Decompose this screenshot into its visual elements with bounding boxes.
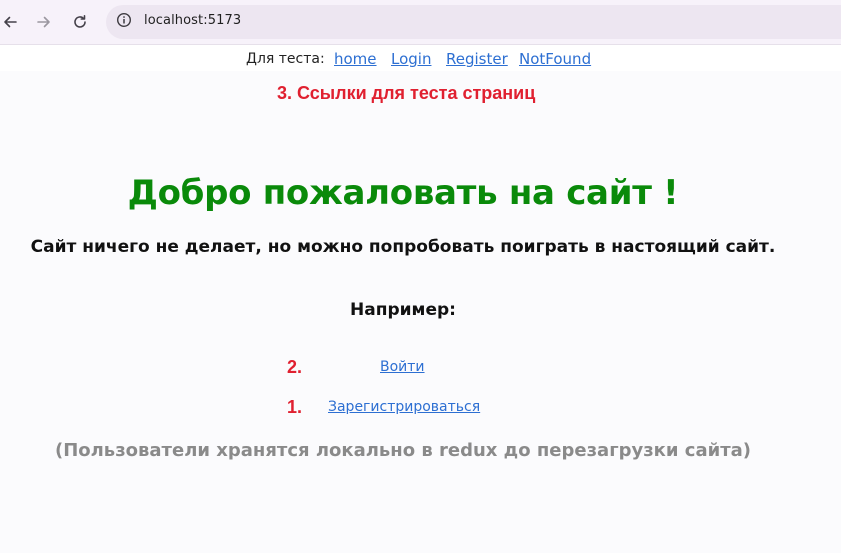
- site-info-button[interactable]: [114, 12, 134, 32]
- storage-note: (Пользователи хранятся локально в redux …: [54, 440, 752, 461]
- annotation-number-1: 1.: [287, 397, 303, 417]
- url-text[interactable]: localhost:5173: [144, 13, 241, 28]
- annotation-number-2: 2.: [287, 357, 303, 377]
- forward-button[interactable]: [34, 12, 54, 32]
- info-circle-icon: [116, 12, 132, 32]
- back-button[interactable]: [0, 12, 20, 32]
- login-link[interactable]: Войти: [380, 359, 425, 375]
- arrow-right-icon: [36, 14, 52, 30]
- browser-toolbar: localhost:5173: [0, 0, 841, 45]
- page-subtitle: Сайт ничего не делает, но можно попробов…: [30, 237, 776, 257]
- example-heading: Например:: [350, 300, 456, 320]
- nav-link-notfound[interactable]: NotFound: [519, 50, 591, 68]
- register-link[interactable]: Зарегистрироваться: [328, 399, 480, 415]
- test-navigation-bar: Для теста: home Login Register NotFound: [0, 45, 841, 71]
- nav-link-home[interactable]: home: [334, 50, 377, 68]
- nav-link-login[interactable]: Login: [391, 50, 431, 68]
- reload-icon: [72, 14, 88, 30]
- test-nav-label: Для теста:: [246, 51, 325, 67]
- reload-button[interactable]: [70, 12, 90, 32]
- address-bar[interactable]: localhost:5173: [106, 5, 841, 39]
- nav-link-register[interactable]: Register: [446, 50, 508, 68]
- annotation-test-links: 3. Ссылки для теста страниц: [277, 83, 536, 103]
- page-title: Добро пожаловать на сайт !: [127, 173, 679, 213]
- page-content: Для теста: home Login Register NotFound …: [0, 45, 841, 553]
- arrow-left-icon: [2, 14, 18, 30]
